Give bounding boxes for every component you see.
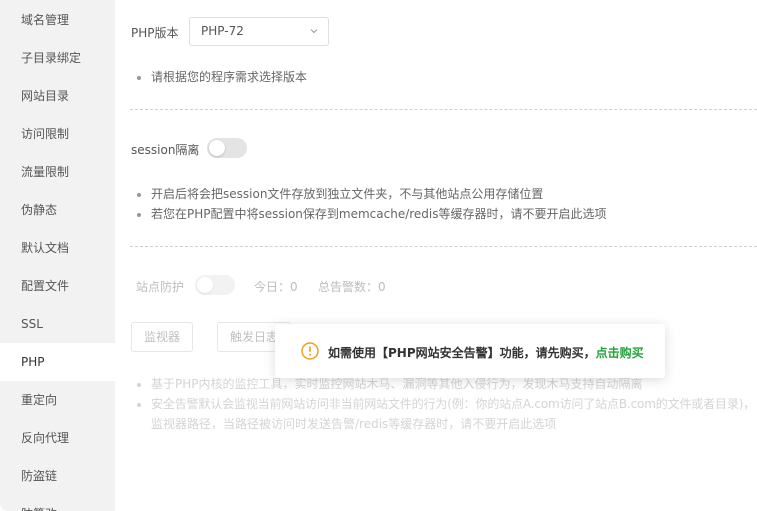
php-tip: 请根据您的程序需求选择版本 [151,67,307,87]
sidebar-item-redirect[interactable]: 重定向 [0,381,115,419]
divider [130,109,757,110]
toast-text: 如需使用【PHP网站安全告警】功能，请先购买， [328,346,596,360]
sidebar-item-traffic-limit[interactable]: 流量限制 [0,153,115,191]
purchase-toast: 如需使用【PHP网站安全告警】功能，请先购买，点击购买 [275,324,665,378]
guard-tip: 监视器路径，当路径被访问时发送告警/redis等缓存器时，请不要开启此选项 [151,417,557,431]
php-version-label: PHP版本 [131,26,179,40]
sidebar-item-access-limit[interactable]: 访问限制 [0,115,115,153]
today-value: 0 [290,280,298,294]
sidebar-item-rewrite[interactable]: 伪静态 [0,191,115,229]
warning-circle-icon [301,342,319,360]
total-value: 0 [378,280,386,294]
site-guard-toggle[interactable] [195,275,235,295]
sidebar-item-php[interactable]: PHP [0,343,115,381]
monitor-button[interactable]: 监视器 [131,322,194,352]
sidebar-item-config-file[interactable]: 配置文件 [0,267,115,305]
sidebar-item-default-doc[interactable]: 默认文档 [0,229,115,267]
guard-tip: 安全告警默认会监视当前网站访问非当前网站文件的行为(例：你的站点A.com访问了… [151,394,755,414]
sidebar-item-subdir[interactable]: 子目录绑定 [0,39,115,77]
site-guard-label: 站点防护 [136,280,185,294]
sidebar-item-domain[interactable]: 域名管理 [0,1,115,39]
main-panel: PHP版本 PHP-72 请根据您的程序需求选择版本 session隔离 开启后… [115,0,757,511]
divider [130,246,757,247]
toast-message: 如需使用【PHP网站安全告警】功能，请先购买，点击购买 [328,344,644,361]
buy-link[interactable]: 点击购买 [596,346,644,360]
toggle-knob [209,140,225,156]
php-version-value: PHP-72 [201,24,244,38]
session-tip: 若您在PHP配置中将session保存到memcache/redis等缓存器时，… [151,204,607,224]
session-isolation-toggle[interactable] [207,138,247,158]
session-tips: 开启后将会把session文件存放到独立文件夹，不与其他站点公用存储位置 若您在… [151,184,607,224]
sidebar-item-ssl[interactable]: SSL [0,305,115,343]
php-tips: 请根据您的程序需求选择版本 [151,67,307,87]
sidebar: 域名管理 子目录绑定 网站目录 访问限制 流量限制 伪静态 默认文档 配置文件 … [0,0,115,511]
sidebar-item-site-dir[interactable]: 网站目录 [0,77,115,115]
total-label: 总告警数： [318,280,379,294]
today-label: 今日： [254,280,291,294]
sidebar-item-reverse-proxy[interactable]: 反向代理 [0,419,115,457]
chevron-down-icon [310,29,318,34]
sidebar-item-hotlink[interactable]: 防盗链 [0,457,115,495]
guard-tips: 基于PHP内核的监控工具，实时监控网站木马、漏洞等其他入侵行为，发现木马支持自动… [151,374,755,434]
session-tip: 开启后将会把session文件存放到独立文件夹，不与其他站点公用存储位置 [151,184,607,204]
sidebar-item-tamper-proof[interactable]: 防篡改 [0,495,115,511]
php-version-select[interactable]: PHP-72 [189,17,329,46]
toggle-knob [197,277,213,293]
session-isolation-label: session隔离 [131,143,200,157]
